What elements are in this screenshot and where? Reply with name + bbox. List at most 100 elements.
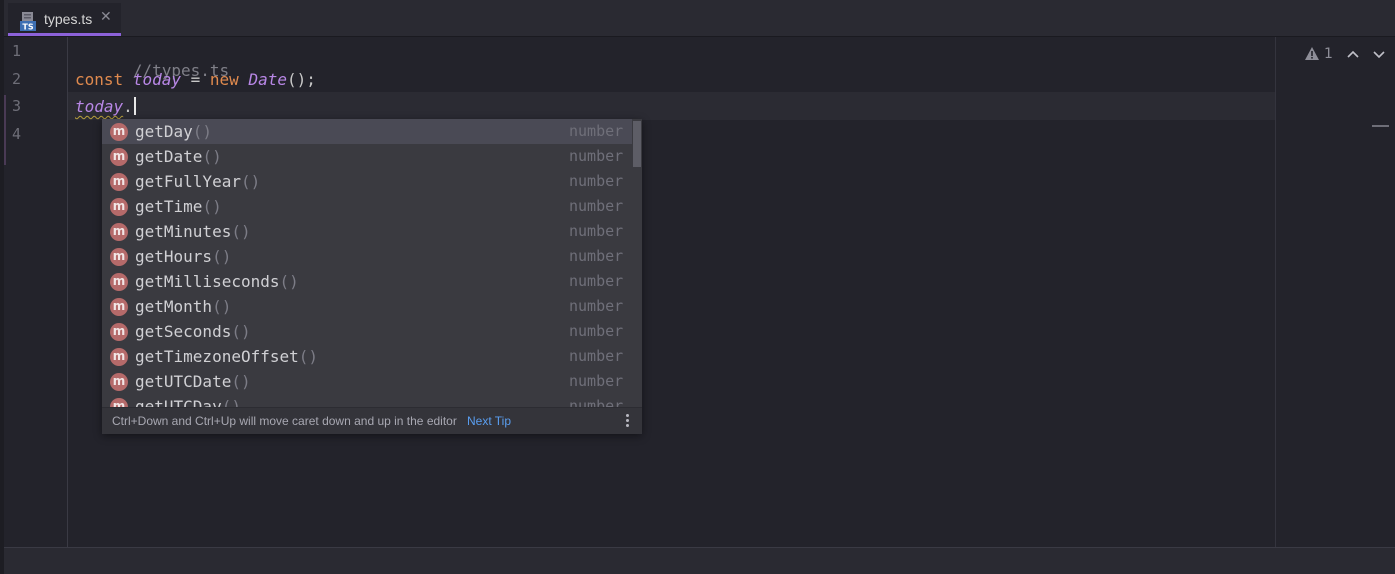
completion-footer: Ctrl+Down and Ctrl+Up will move caret do… <box>102 407 642 434</box>
completion-item-name: getMilliseconds() <box>135 272 299 291</box>
method-parens: () <box>221 397 241 407</box>
completion-item[interactable]: m getUTCDate() number <box>102 369 632 394</box>
current-line-highlight <box>68 92 1275 120</box>
method-name: getUTCDate <box>135 372 232 391</box>
completion-item[interactable]: m getHours() number <box>102 244 632 269</box>
method-icon: m <box>110 398 128 407</box>
method-name: getTime <box>135 197 203 216</box>
completion-item-type: number <box>569 297 624 315</box>
method-name: getFullYear <box>135 172 241 191</box>
punctuation: (); <box>286 70 316 89</box>
method-parens: () <box>212 297 232 316</box>
warning-icon[interactable] <box>1304 46 1320 65</box>
completion-item[interactable]: m getUTCDay() number <box>102 394 632 407</box>
completion-item-type: number <box>569 197 624 215</box>
completion-item-type: number <box>569 122 624 140</box>
completion-item-name: getTimezoneOffset() <box>135 347 318 366</box>
method-parens: () <box>192 122 213 141</box>
method-name: getDate <box>135 147 203 166</box>
completion-item-name: getUTCDay() <box>135 397 241 407</box>
method-parens: () <box>231 372 251 391</box>
line-number-gutter: 1 2 3 4 <box>4 37 68 547</box>
typescript-file-icon: TS <box>20 12 36 32</box>
tab-types-ts[interactable]: TS types.ts ✕ <box>8 3 121 36</box>
method-parens: () <box>279 272 299 291</box>
completion-item-type: number <box>569 147 624 165</box>
completion-item-name: getTime() <box>135 197 222 216</box>
completion-item-type: number <box>569 322 624 340</box>
completion-item-name: getSeconds() <box>135 322 251 341</box>
completion-item-name: getMonth() <box>135 297 231 316</box>
method-name: getDay <box>135 122 193 141</box>
chevron-down-icon[interactable] <box>1372 48 1386 64</box>
text-caret <box>133 97 136 115</box>
method-name: getMinutes <box>135 222 232 241</box>
svg-text:TS: TS <box>22 23 33 32</box>
completion-item-name: getHours() <box>135 247 231 266</box>
method-parens: () <box>202 147 222 166</box>
method-parens: () <box>202 197 222 216</box>
completion-item-type: number <box>569 172 624 190</box>
change-marker <box>4 95 6 165</box>
code-line-2[interactable]: const today = new Date(); <box>75 70 316 89</box>
scrollbar-warning-marker[interactable] <box>1372 125 1389 127</box>
method-icon: m <box>110 123 128 141</box>
variable-today-warning: today <box>75 97 124 116</box>
method-icon: m <box>110 273 128 291</box>
method-name: getSeconds <box>135 322 232 341</box>
tab-label: types.ts <box>44 11 93 27</box>
completion-item[interactable]: m getMilliseconds() number <box>102 269 632 294</box>
completion-item-name: getFullYear() <box>135 172 260 191</box>
completion-item-name: getMinutes() <box>135 222 251 241</box>
next-tip-link[interactable]: Next Tip <box>467 414 511 428</box>
keyword-new: new <box>209 70 239 89</box>
line-number: 3 <box>12 97 22 115</box>
operator: = <box>190 70 201 89</box>
method-name: getMonth <box>135 297 213 316</box>
line-number: 1 <box>12 42 22 60</box>
kebab-menu-icon[interactable] <box>625 414 631 430</box>
class-date: Date <box>248 70 287 89</box>
completion-item[interactable]: m getDate() number <box>102 144 632 169</box>
ide-window: TS types.ts ✕ 1 2 3 4 //types.ts const t… <box>0 0 1395 574</box>
method-parens: () <box>231 322 251 341</box>
completion-item[interactable]: m getSeconds() number <box>102 319 632 344</box>
completion-item-type: number <box>569 347 624 365</box>
method-icon: m <box>110 248 128 266</box>
completion-item-name: getDate() <box>135 147 222 166</box>
completion-scrollbar[interactable] <box>632 119 642 407</box>
method-parens: () <box>240 172 261 191</box>
method-icon: m <box>110 198 128 216</box>
method-name: getMilliseconds <box>135 272 280 291</box>
method-icon: m <box>110 373 128 391</box>
close-tab-icon[interactable]: ✕ <box>100 9 112 25</box>
completion-item-type: number <box>569 397 624 407</box>
completion-item-type: number <box>569 272 624 290</box>
completion-item-type: number <box>569 247 624 265</box>
completion-item[interactable]: m getMinutes() number <box>102 219 632 244</box>
line-number: 4 <box>12 125 22 143</box>
member-access-dot: . <box>123 97 133 116</box>
completion-popup[interactable]: m getDay() number m getDate() number m g… <box>102 119 642 434</box>
completion-item[interactable]: m getTime() number <box>102 194 632 219</box>
right-margin-guide <box>1275 37 1276 547</box>
chevron-up-icon[interactable] <box>1346 48 1360 64</box>
warning-count: 1 <box>1324 46 1333 62</box>
completion-item[interactable]: m getTimezoneOffset() number <box>102 344 632 369</box>
scrollbar-thumb[interactable] <box>633 121 641 167</box>
completion-item-name: getDay() <box>135 122 212 141</box>
completion-item-name: getUTCDate() <box>135 372 251 391</box>
completion-list[interactable]: m getDay() number m getDate() number m g… <box>102 119 642 407</box>
method-icon: m <box>110 223 128 241</box>
editor-tab-bar: TS types.ts ✕ <box>4 0 1395 37</box>
completion-item[interactable]: m getMonth() number <box>102 294 632 319</box>
method-parens: () <box>212 247 232 266</box>
method-icon: m <box>110 348 128 366</box>
tip-text: Ctrl+Down and Ctrl+Up will move caret do… <box>112 414 457 428</box>
line-number: 2 <box>12 70 22 88</box>
status-bar <box>4 547 1395 574</box>
completion-item[interactable]: m getDay() number <box>102 119 632 144</box>
completion-item[interactable]: m getFullYear() number <box>102 169 632 194</box>
variable-today: today <box>132 70 181 89</box>
code-line-3[interactable]: today. <box>75 97 136 116</box>
